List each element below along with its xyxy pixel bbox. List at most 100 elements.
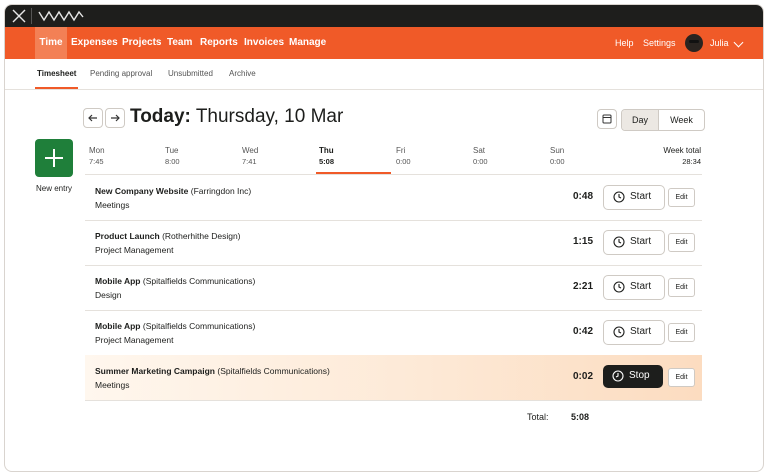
entry-project: Summer Marketing Campaign (95, 366, 215, 376)
entry-task: Meetings (95, 200, 130, 210)
main-nav: Time Expenses Projects Team Reports Invo… (5, 27, 763, 59)
entry-duration: 0:48 (572, 191, 593, 202)
title-date: Thursday, 10 Mar (195, 106, 344, 127)
week-total-value: 28:34 (682, 157, 701, 166)
tab-timesheet[interactable]: Timesheet (35, 59, 79, 89)
day-total: 8:00 (165, 157, 180, 166)
edit-button[interactable]: Edit (668, 278, 695, 297)
day-thu[interactable]: Thu 5:08 (319, 146, 334, 166)
entry-client: (Farringdon Inc) (190, 186, 252, 196)
day-name: Tue (165, 146, 179, 155)
day-total: 0:00 (550, 157, 565, 166)
stop-label: Stop (629, 370, 650, 381)
entry-task: Design (95, 290, 122, 300)
day-total: 7:41 (242, 157, 257, 166)
entry-client: (Spitalfields Communications) (142, 276, 256, 286)
start-label: Start (630, 236, 652, 247)
entry-duration: 1:15 (572, 236, 593, 247)
day-sun[interactable]: Sun 0:00 (550, 146, 565, 166)
table-row: Mobile App (Spitalfields Communications)… (85, 310, 702, 356)
entry-duration: 0:02 (572, 371, 593, 382)
entry-task: Meetings (95, 380, 130, 390)
new-entry-label: New entry (36, 184, 73, 193)
prev-day-button[interactable] (83, 108, 103, 128)
nav-item-time[interactable]: Time (35, 27, 67, 59)
sub-nav: Timesheet Pending approval Unsubmitted A… (5, 59, 763, 90)
edit-button[interactable]: Edit (668, 233, 695, 252)
entry-project: Mobile App (95, 321, 141, 331)
week-total-label: Week total (663, 146, 701, 155)
tab-pending-approval[interactable]: Pending approval (90, 59, 152, 89)
clock-icon (613, 326, 625, 338)
edit-button[interactable]: Edit (668, 323, 695, 342)
nav-item-manage[interactable]: Manage (289, 27, 326, 59)
title-today: Today: (130, 106, 191, 127)
day-sat[interactable]: Sat 0:00 (473, 146, 488, 166)
day-name: Sat (473, 146, 486, 155)
view-day-button[interactable]: Day (622, 110, 659, 130)
day-name: Wed (242, 146, 259, 155)
nav-item-team[interactable]: Team (167, 27, 192, 59)
entry-client: (Spitalfields Communications) (217, 366, 330, 376)
table-row: New Company Website (Farringdon Inc) Mee… (85, 175, 702, 221)
day-tue[interactable]: Tue 8:00 (165, 146, 180, 166)
start-timer-button[interactable]: Start (603, 275, 665, 300)
new-entry-button[interactable] (35, 139, 73, 177)
nav-item-projects[interactable]: Projects (122, 27, 161, 59)
start-timer-button[interactable]: Start (603, 320, 665, 345)
day-total-label: Total: (527, 412, 549, 422)
clock-icon (613, 191, 625, 203)
close-icon[interactable] (11, 8, 27, 24)
day-name: Sun (550, 146, 565, 155)
day-total: 0:00 (473, 157, 488, 166)
entry-task: Project Management (95, 335, 174, 345)
start-label: Start (630, 326, 652, 337)
day-mon[interactable]: Mon 7:45 (89, 146, 105, 166)
app-window: Time Expenses Projects Team Reports Invo… (4, 4, 764, 472)
view-week-button[interactable]: Week (659, 110, 704, 130)
start-timer-button[interactable]: Start (603, 230, 665, 255)
next-day-button[interactable] (105, 108, 125, 128)
chevron-down-icon[interactable] (733, 37, 744, 48)
avatar[interactable] (685, 34, 703, 52)
day-wed[interactable]: Wed 7:41 (242, 146, 258, 166)
entry-duration: 0:42 (572, 326, 593, 337)
calendar-button[interactable] (597, 109, 617, 129)
day-name: Fri (396, 146, 406, 155)
arrow-left-icon (88, 114, 97, 122)
day-total: 5:08 (319, 157, 335, 166)
day-total: 7:45 (89, 157, 104, 166)
start-timer-button[interactable]: Start (603, 185, 665, 210)
day-name: Mon (89, 146, 105, 155)
user-name[interactable]: Julia (710, 27, 729, 59)
nav-item-reports[interactable]: Reports (200, 27, 238, 59)
settings-link[interactable]: Settings (643, 27, 676, 59)
table-row: Mobile App (Spitalfields Communications)… (85, 265, 702, 311)
tab-unsubmitted[interactable]: Unsubmitted (168, 59, 213, 89)
start-label: Start (630, 281, 652, 292)
table-row: Product Launch (Rotherhithe Design) Proj… (85, 220, 702, 266)
week-total: Week total 28:34 (625, 146, 701, 166)
view-toggle: Day Week (621, 109, 705, 131)
calendar-icon (602, 114, 612, 124)
clock-icon (613, 281, 625, 293)
active-day-indicator (316, 172, 391, 174)
arrow-right-icon (111, 114, 120, 122)
tab-archive[interactable]: Archive (229, 59, 256, 89)
entry-project: Mobile App (95, 276, 141, 286)
stop-timer-button[interactable]: Stop (603, 365, 663, 388)
title-bar-divider (31, 8, 32, 24)
nav-item-expenses[interactable]: Expenses (71, 27, 118, 59)
day-fri[interactable]: Fri 0:00 (396, 146, 411, 166)
entry-project: New Company Website (95, 186, 189, 196)
page-title: Today: Thursday, 10 Mar (130, 106, 343, 128)
entry-task: Project Management (95, 245, 174, 255)
help-link[interactable]: Help (615, 27, 634, 59)
day-total-value: 5:08 (571, 412, 590, 422)
edit-button[interactable]: Edit (668, 188, 695, 207)
edit-button[interactable]: Edit (668, 368, 695, 387)
start-label: Start (630, 191, 652, 202)
clock-icon (612, 370, 624, 382)
nav-item-invoices[interactable]: Invoices (244, 27, 284, 59)
entry-project: Product Launch (95, 231, 160, 241)
